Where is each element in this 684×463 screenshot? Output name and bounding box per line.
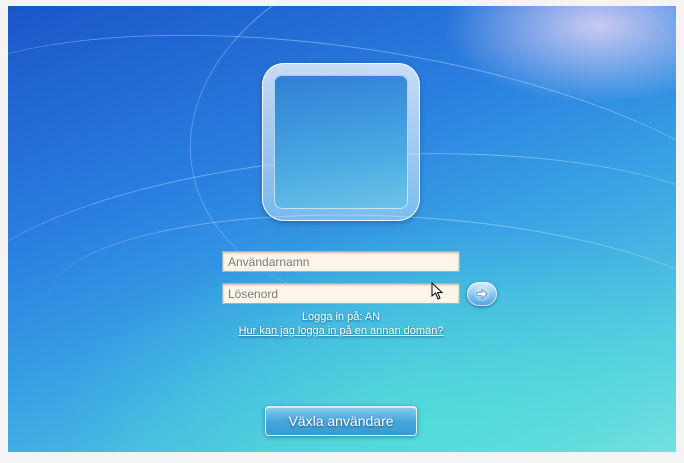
password-input[interactable] bbox=[222, 283, 460, 304]
user-tile bbox=[262, 63, 420, 221]
login-screen: Logga in på: AN Hur kan jag logga in på … bbox=[8, 6, 676, 452]
user-picture bbox=[274, 75, 408, 209]
logon-domain-text: Logga in på: AN bbox=[301, 311, 381, 323]
other-domain-link[interactable]: Hur kan jag logga in på en annan domän? bbox=[208, 325, 474, 337]
submit-button[interactable] bbox=[467, 282, 497, 306]
arrow-right-icon bbox=[474, 286, 490, 302]
username-input[interactable] bbox=[222, 251, 460, 272]
switch-user-button[interactable]: Växla användare bbox=[265, 406, 417, 436]
